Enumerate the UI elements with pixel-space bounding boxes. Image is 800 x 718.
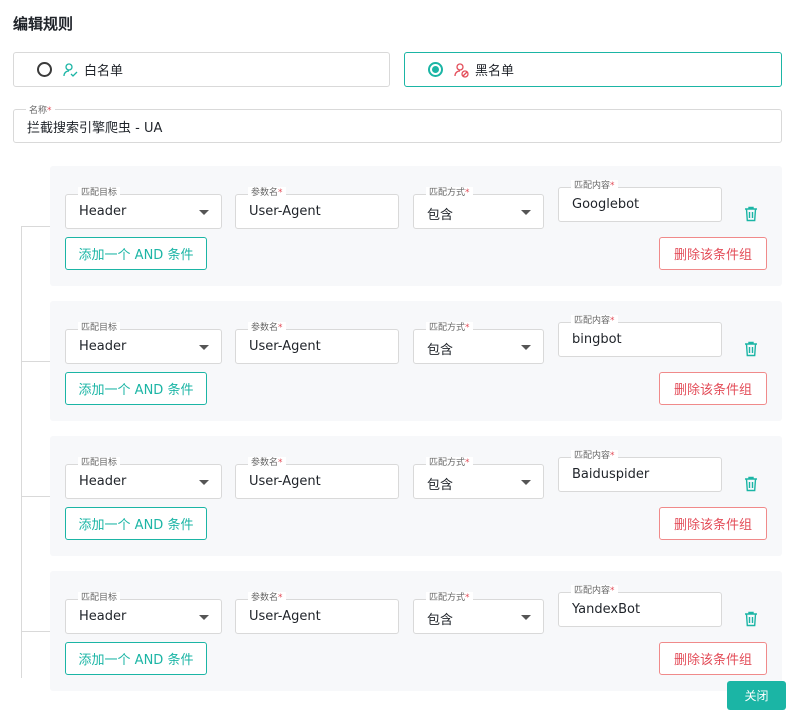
rule-name-label: 名称* bbox=[26, 103, 55, 116]
caret-down-icon bbox=[199, 480, 209, 485]
delete-group-button[interactable]: 删除该条件组 bbox=[659, 372, 767, 405]
tree-branch bbox=[21, 496, 50, 497]
match-content-value: Googlebot bbox=[572, 197, 640, 212]
param-name-value: User-Agent bbox=[249, 204, 321, 219]
param-name-value: User-Agent bbox=[249, 474, 321, 489]
caret-down-icon bbox=[199, 210, 209, 215]
param-name-value: User-Agent bbox=[249, 339, 321, 354]
param-name-input[interactable]: 参数名* User-Agent bbox=[235, 592, 399, 634]
caret-down-icon bbox=[521, 210, 531, 215]
match-target-label: 匹配目标 bbox=[78, 187, 121, 199]
add-and-condition-button[interactable]: 添加一个 AND 条件 bbox=[65, 372, 207, 405]
match-target-label: 匹配目标 bbox=[78, 457, 121, 469]
match-method-label: 匹配方式* bbox=[426, 457, 473, 469]
match-method-select[interactable]: 匹配方式* 包含 bbox=[413, 322, 544, 364]
tree-connector bbox=[21, 226, 22, 678]
match-content-input[interactable]: 匹配内容* bingbot bbox=[558, 315, 722, 357]
match-target-label: 匹配目标 bbox=[78, 322, 121, 334]
caret-down-icon bbox=[521, 480, 531, 485]
add-and-condition-button[interactable]: 添加一个 AND 条件 bbox=[65, 507, 207, 540]
param-name-input[interactable]: 参数名* User-Agent bbox=[235, 457, 399, 499]
match-method-select[interactable]: 匹配方式* 包含 bbox=[413, 592, 544, 634]
caret-down-icon bbox=[199, 615, 209, 620]
match-content-value: Baiduspider bbox=[572, 467, 650, 482]
dialog-title: 编辑规则 bbox=[13, 15, 74, 33]
caret-down-icon bbox=[521, 345, 531, 350]
blacklist-option[interactable]: 黑名单 bbox=[404, 52, 782, 87]
close-button[interactable]: 关闭 bbox=[727, 681, 786, 710]
trash-icon[interactable] bbox=[744, 476, 758, 492]
match-target-select[interactable]: 匹配目标 Header bbox=[65, 187, 222, 229]
match-method-select[interactable]: 匹配方式* 包含 bbox=[413, 457, 544, 499]
param-name-label: 参数名* bbox=[248, 322, 286, 334]
rule-name-input[interactable] bbox=[27, 119, 727, 134]
condition-group: 匹配目标 Header 参数名* User-Agent 匹配方式* 包含 匹配内… bbox=[50, 571, 782, 691]
match-target-value: Header bbox=[79, 474, 127, 489]
match-content-label: 匹配内容* bbox=[571, 315, 618, 327]
tree-branch bbox=[21, 631, 50, 632]
param-name-label: 参数名* bbox=[248, 187, 286, 199]
tree-branch bbox=[21, 226, 50, 227]
match-target-select[interactable]: 匹配目标 Header bbox=[65, 592, 222, 634]
add-and-condition-button[interactable]: 添加一个 AND 条件 bbox=[65, 642, 207, 675]
match-content-input[interactable]: 匹配内容* Googlebot bbox=[558, 180, 722, 222]
match-target-value: Header bbox=[79, 204, 127, 219]
trash-icon[interactable] bbox=[744, 206, 758, 222]
match-content-input[interactable]: 匹配内容* YandexBot bbox=[558, 585, 722, 627]
param-name-input[interactable]: 参数名* User-Agent bbox=[235, 322, 399, 364]
caret-down-icon bbox=[199, 345, 209, 350]
whitelist-radio[interactable] bbox=[37, 62, 52, 77]
match-content-label: 匹配内容* bbox=[571, 585, 618, 597]
match-method-value: 包含 bbox=[427, 478, 454, 493]
user-check-icon bbox=[62, 62, 78, 78]
match-target-value: Header bbox=[79, 609, 127, 624]
match-method-value: 包含 bbox=[427, 613, 454, 628]
tree-branch bbox=[21, 361, 50, 362]
blacklist-label: 黑名单 bbox=[475, 64, 515, 79]
rule-name-field[interactable]: 名称* bbox=[13, 103, 782, 143]
match-method-label: 匹配方式* bbox=[426, 592, 473, 604]
match-target-label: 匹配目标 bbox=[78, 592, 121, 604]
match-target-select[interactable]: 匹配目标 Header bbox=[65, 457, 222, 499]
user-block-icon bbox=[453, 62, 469, 78]
match-target-value: Header bbox=[79, 339, 127, 354]
whitelist-label: 白名单 bbox=[84, 64, 124, 79]
param-name-label: 参数名* bbox=[248, 457, 286, 469]
trash-icon[interactable] bbox=[744, 341, 758, 357]
match-content-value: bingbot bbox=[572, 332, 622, 347]
param-name-label: 参数名* bbox=[248, 592, 286, 604]
caret-down-icon bbox=[521, 615, 531, 620]
match-method-label: 匹配方式* bbox=[426, 322, 473, 334]
match-content-label: 匹配内容* bbox=[571, 450, 618, 462]
match-method-value: 包含 bbox=[427, 343, 454, 358]
trash-icon[interactable] bbox=[744, 611, 758, 627]
match-method-label: 匹配方式* bbox=[426, 187, 473, 199]
match-content-value: YandexBot bbox=[572, 602, 641, 617]
param-name-value: User-Agent bbox=[249, 609, 321, 624]
match-target-select[interactable]: 匹配目标 Header bbox=[65, 322, 222, 364]
condition-group: 匹配目标 Header 参数名* User-Agent 匹配方式* 包含 匹配内… bbox=[50, 301, 782, 421]
condition-group: 匹配目标 Header 参数名* User-Agent 匹配方式* 包含 匹配内… bbox=[50, 166, 782, 286]
whitelist-option[interactable]: 白名单 bbox=[13, 52, 390, 87]
condition-group: 匹配目标 Header 参数名* User-Agent 匹配方式* 包含 匹配内… bbox=[50, 436, 782, 556]
delete-group-button[interactable]: 删除该条件组 bbox=[659, 642, 767, 675]
blacklist-radio[interactable] bbox=[428, 62, 443, 77]
match-method-select[interactable]: 匹配方式* 包含 bbox=[413, 187, 544, 229]
delete-group-button[interactable]: 删除该条件组 bbox=[659, 237, 767, 270]
match-method-value: 包含 bbox=[427, 208, 454, 223]
add-and-condition-button[interactable]: 添加一个 AND 条件 bbox=[65, 237, 207, 270]
match-content-label: 匹配内容* bbox=[571, 180, 618, 192]
match-content-input[interactable]: 匹配内容* Baiduspider bbox=[558, 450, 722, 492]
param-name-input[interactable]: 参数名* User-Agent bbox=[235, 187, 399, 229]
delete-group-button[interactable]: 删除该条件组 bbox=[659, 507, 767, 540]
